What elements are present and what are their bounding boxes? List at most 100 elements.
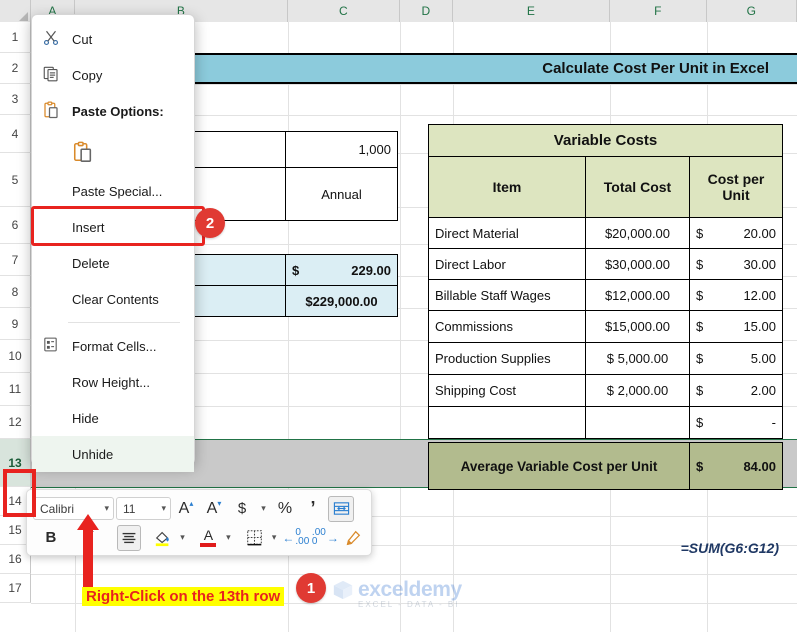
context-menu-separator	[68, 322, 180, 323]
fill-color-button[interactable]	[151, 525, 175, 551]
clear-contents-spacer-icon	[42, 289, 62, 309]
format-painter-icon	[344, 529, 362, 547]
context-menu-label-delete: Delete	[72, 255, 110, 271]
vc-total-0: $20,000.00	[585, 217, 690, 249]
increase-font-size-button[interactable]: A ▴	[173, 496, 199, 522]
average-variable-cost-amount: 84.00	[743, 458, 776, 474]
merge-and-center-button[interactable]	[328, 495, 354, 522]
vc-item-2: Billable Staff Wages	[428, 279, 586, 311]
row-header-17[interactable]: 17	[0, 574, 31, 603]
vc-unit-1: $30.00	[689, 248, 783, 280]
row-header-3[interactable]: 3	[0, 84, 31, 115]
font-size-dropdown[interactable]: 11 ▾	[116, 497, 171, 520]
accounting-number-format-button[interactable]: $	[229, 496, 255, 522]
vc-total-2: $12,000.00	[585, 279, 690, 311]
row-header-1[interactable]: 1	[0, 22, 31, 53]
context-menu-item-unhide[interactable]: Unhide	[32, 436, 194, 472]
column-header-e[interactable]: E	[453, 0, 610, 22]
context-menu-item-hide[interactable]: Hide	[32, 400, 194, 436]
borders-button[interactable]	[242, 525, 266, 551]
insert-spacer-icon	[42, 217, 62, 237]
currency-dropdown-caret-icon[interactable]: ▾	[257, 496, 270, 522]
context-menu-label-paste-special: Paste Special...	[72, 183, 163, 199]
fill-color-icon	[154, 529, 172, 547]
vc-unit-currency-6: $	[696, 415, 704, 430]
hide-spacer-icon	[42, 408, 62, 428]
formula-annotation: =SUM(G6:G12)	[680, 540, 779, 556]
context-menu-item-paste-special[interactable]: Paste Special...	[32, 173, 194, 209]
vc-item-1: Direct Labor	[428, 248, 586, 280]
cost-per-unit-currency: $	[292, 262, 300, 278]
row-header-2[interactable]: 2	[0, 53, 31, 84]
bold-button[interactable]: B	[39, 525, 63, 551]
vc-total-4: $ 5,000.00	[585, 342, 690, 375]
decrease-font-size-button[interactable]: A ▾	[201, 496, 227, 522]
column-header-g[interactable]: G	[707, 0, 797, 22]
right-click-context-menu[interactable]: Cut Copy Paste Options: Paste Special...…	[31, 14, 195, 472]
format-painter-button[interactable]	[341, 525, 365, 551]
borders-dropdown-caret-icon[interactable]: ▾	[268, 525, 280, 551]
paste-keep-source-formatting-button[interactable]	[32, 129, 194, 173]
vc-unit-amount-4: 5.00	[750, 351, 776, 366]
comma-style-button[interactable]: ’	[300, 496, 326, 522]
delete-spacer-icon	[42, 253, 62, 273]
column-header-f[interactable]: F	[610, 0, 707, 22]
column-header-d[interactable]: D	[400, 0, 453, 22]
row-header-6[interactable]: 6	[0, 207, 31, 244]
vc-item-0: Direct Material	[428, 217, 586, 249]
row-header-12[interactable]: 12	[0, 406, 31, 439]
context-menu-item-delete[interactable]: Delete	[32, 245, 194, 281]
vc-item-6	[428, 406, 586, 439]
decrease-decimal-button[interactable]: ← 0.00	[282, 525, 310, 551]
borders-icon	[246, 529, 263, 546]
context-menu-item-format-cells[interactable]: Format Cells...	[32, 328, 194, 364]
percent-style-button[interactable]: %	[272, 496, 298, 522]
center-align-button[interactable]	[116, 524, 141, 551]
scissors-icon	[42, 29, 62, 49]
context-menu-label-hide: Hide	[72, 410, 99, 426]
excel-worksheet-screenshot: A B C D E F G 1 2 3 4 5 6 7 8 9 10 11 12…	[0, 0, 797, 632]
format-cells-icon	[42, 336, 62, 356]
cost-per-unit-amount: 229.00	[351, 262, 391, 278]
chevron-down-icon: ▾	[161, 503, 166, 513]
chevron-down-icon: ▾	[104, 503, 109, 513]
vc-unit-currency-1: $	[696, 256, 704, 272]
row-header-7[interactable]: 7	[0, 244, 31, 276]
select-all-corner[interactable]	[0, 0, 31, 22]
row-header-4[interactable]: 4	[0, 115, 31, 153]
gridline-v-c	[400, 22, 401, 632]
context-menu-item-copy[interactable]: Copy	[32, 57, 194, 93]
context-menu-item-clear-contents[interactable]: Clear Contents	[32, 281, 194, 317]
font-name-value: Calibri	[40, 501, 75, 516]
fill-color-dropdown-caret-icon[interactable]: ▾	[177, 525, 189, 551]
row-header-11[interactable]: 11	[0, 373, 31, 406]
row-13-highlight-box	[3, 469, 36, 517]
copy-icon	[42, 65, 62, 85]
vc-unit-amount-2: 12.00	[743, 287, 776, 303]
column-header-c[interactable]: C	[288, 0, 400, 22]
vc-unit-5: $2.00	[689, 374, 783, 407]
row-header-5[interactable]: 5	[0, 153, 31, 207]
vc-unit-4: $5.00	[689, 342, 783, 375]
font-name-dropdown[interactable]: Calibri ▾	[33, 497, 114, 520]
context-menu-item-cut[interactable]: Cut	[32, 21, 194, 57]
context-menu-item-insert[interactable]: Insert	[32, 209, 194, 245]
font-color-dropdown-caret-icon[interactable]: ▾	[222, 525, 234, 551]
row-header-10[interactable]: 10	[0, 340, 31, 373]
context-menu-label-clear-contents: Clear Contents	[72, 291, 159, 307]
vc-item-3: Commissions	[428, 310, 586, 343]
context-menu-item-row-height[interactable]: Row Height...	[32, 364, 194, 400]
context-menu-label-paste-options: Paste Options:	[72, 103, 164, 119]
context-menu-label-cut: Cut	[72, 31, 93, 47]
row-header-8[interactable]: 8	[0, 276, 31, 308]
vc-unit-currency-4: $	[696, 351, 704, 366]
page-title: Calculate Cost Per Unit in Excel	[542, 60, 769, 77]
row-header-9[interactable]: 9	[0, 308, 31, 340]
decrease-decimal-icon: ← 0.00	[282, 527, 310, 547]
vc-unit-currency-0: $	[696, 225, 704, 241]
callout-arrow-head	[77, 514, 99, 530]
increase-decimal-button[interactable]: .00 0 →	[312, 525, 340, 551]
font-color-button[interactable]: A	[197, 525, 221, 551]
average-variable-cost-value: $ 84.00	[689, 442, 783, 490]
vc-item-5: Shipping Cost	[428, 374, 586, 407]
